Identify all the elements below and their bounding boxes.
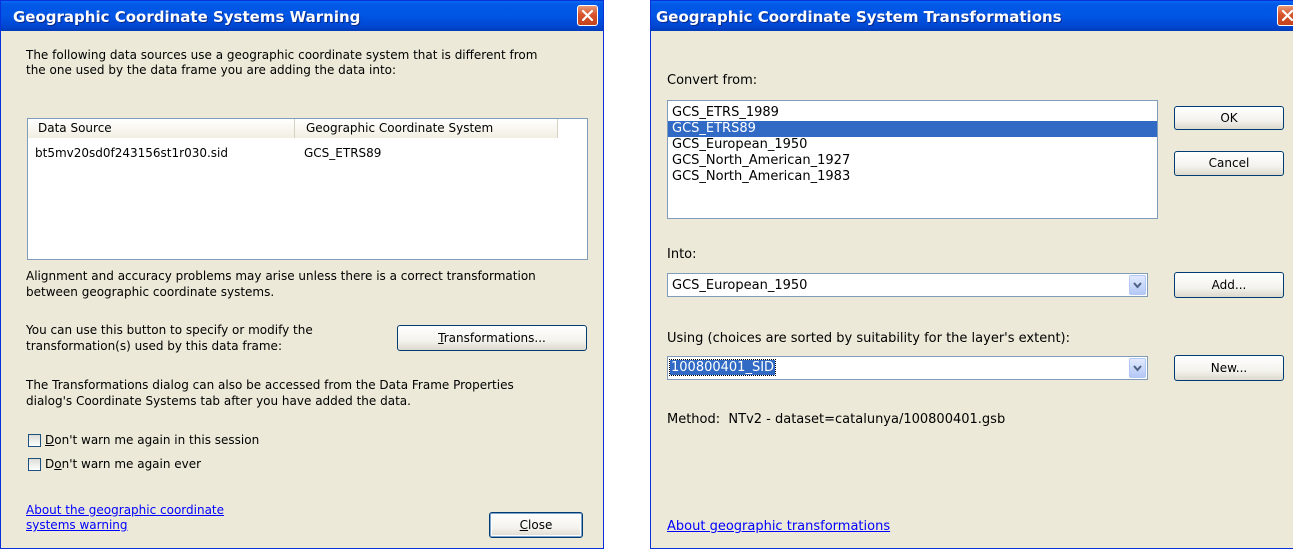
alignment-text-2: between geographic coordinate systems. <box>26 285 275 299</box>
into-dropdown[interactable]: GCS_European_1950 <box>667 273 1148 297</box>
chevron-down-icon <box>1133 365 1142 372</box>
close-x-icon <box>1281 9 1293 22</box>
table-row[interactable]: bt5mv20sd0f243156st1r030.sid GCS_ETRS89 <box>28 146 587 162</box>
using-dropdown[interactable]: 100800401_SID <box>667 356 1148 380</box>
into-dropdown-arrow[interactable] <box>1129 275 1146 295</box>
convert-from-list[interactable]: GCS_ETRS_1989 GCS_ETRS89 GCS_European_19… <box>667 100 1158 219</box>
alignment-text-1: Alignment and accuracy problems may aris… <box>26 269 536 283</box>
button-hint-text-2: transformation(s) used by this data fram… <box>26 339 282 353</box>
row-data-source: bt5mv20sd0f243156st1r030.sid <box>35 146 229 160</box>
warning-title-bar[interactable]: Geographic Coordinate Systems Warning <box>1 1 603 31</box>
using-value: 100800401_SID <box>668 359 777 376</box>
checkbox-session-label[interactable]: Don't warn me again in this session <box>45 433 259 448</box>
intro-text-1: The following data sources use a geograp… <box>26 48 538 62</box>
column-header-gcs[interactable]: Geographic Coordinate System <box>295 119 558 138</box>
method-value: NTv2 - dataset=catalunya/100800401.gsb <box>728 412 1006 427</box>
cancel-button[interactable]: Cancel <box>1174 151 1284 176</box>
ok-button[interactable]: OK <box>1174 106 1284 130</box>
warning-close-x-button[interactable] <box>577 5 598 26</box>
list-item[interactable]: GCS_ETRS_1989 <box>668 105 1157 121</box>
about-transformations-link[interactable]: About geographic transformations <box>667 519 890 534</box>
access-text-2: dialog's Coordinate Systems tab after yo… <box>26 394 411 408</box>
list-item[interactable]: GCS_North_American_1927 <box>668 153 1157 169</box>
using-dropdown-arrow[interactable] <box>1129 358 1146 378</box>
data-source-table[interactable]: Data Source Geographic Coordinate System… <box>27 118 588 260</box>
convert-from-label: Convert from: <box>667 73 758 88</box>
list-item-selected[interactable]: GCS_ETRS89 <box>668 121 1157 137</box>
add-button[interactable]: Add... <box>1174 272 1284 298</box>
column-header-data-source[interactable]: Data Source <box>28 119 295 138</box>
button-hint-text-1: You can use this button to specify or mo… <box>26 323 313 337</box>
warning-title: Geographic Coordinate Systems Warning <box>13 8 361 26</box>
list-item[interactable]: GCS_North_American_1983 <box>668 169 1157 185</box>
list-item[interactable]: GCS_European_1950 <box>668 137 1157 153</box>
warning-dialog: Geographic Coordinate Systems Warning Th… <box>0 0 604 549</box>
transformations-title-bar[interactable]: Geographic Coordinate System Transformat… <box>651 1 1293 31</box>
checkbox-session[interactable] <box>28 434 41 447</box>
close-x-icon <box>581 9 594 22</box>
into-value: GCS_European_1950 <box>672 278 808 293</box>
checkbox-ever-label[interactable]: Don't warn me again ever <box>45 457 201 472</box>
transformations-close-x-button[interactable] <box>1277 5 1293 26</box>
method-row: Method: NTv2 - dataset=catalunya/1008004… <box>667 412 1005 427</box>
transformations-dialog: Geographic Coordinate System Transformat… <box>650 0 1293 549</box>
checkbox-ever[interactable] <box>28 458 41 471</box>
using-label: Using (choices are sorted by suitability… <box>667 331 1070 346</box>
row-gcs: GCS_ETRS89 <box>304 146 382 160</box>
about-warning-link[interactable]: About the geographic coordinate systems … <box>26 503 224 533</box>
method-label: Method: <box>667 412 721 427</box>
new-button[interactable]: New... <box>1174 355 1284 381</box>
transformations-button[interactable]: Transformations... <box>397 325 587 351</box>
close-button[interactable]: Close <box>489 512 583 538</box>
intro-text-2: the one used by the data frame you are a… <box>26 63 397 77</box>
access-text-1: The Transformations dialog can also be a… <box>26 378 514 392</box>
chevron-down-icon <box>1133 282 1142 289</box>
transformations-title: Geographic Coordinate System Transformat… <box>656 8 1062 26</box>
into-label: Into: <box>667 247 697 262</box>
